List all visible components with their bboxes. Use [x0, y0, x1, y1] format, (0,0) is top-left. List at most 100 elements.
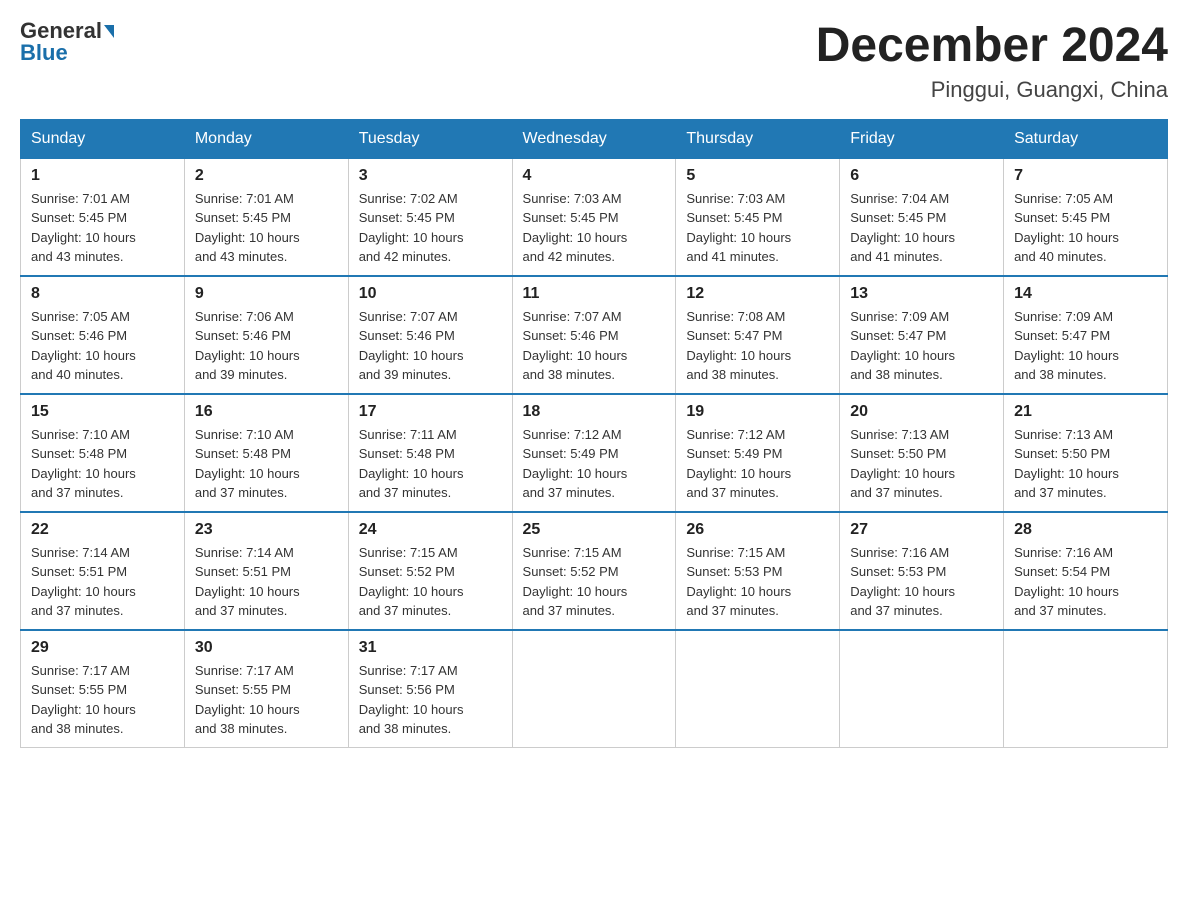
day-info: Sunrise: 7:03 AMSunset: 5:45 PMDaylight:… — [523, 189, 666, 267]
day-number: 19 — [686, 403, 829, 421]
day-number: 8 — [31, 285, 174, 303]
day-info: Sunrise: 7:07 AMSunset: 5:46 PMDaylight:… — [523, 307, 666, 385]
day-number: 14 — [1014, 285, 1157, 303]
weekday-header-row: SundayMondayTuesdayWednesdayThursdayFrid… — [21, 119, 1168, 158]
calendar-table: SundayMondayTuesdayWednesdayThursdayFrid… — [20, 119, 1168, 748]
weekday-header-sunday: Sunday — [21, 119, 185, 158]
day-number: 20 — [850, 403, 993, 421]
day-info: Sunrise: 7:06 AMSunset: 5:46 PMDaylight:… — [195, 307, 338, 385]
title-area: December 2024 Pinggui, Guangxi, China — [816, 20, 1168, 103]
calendar-day-cell: 28Sunrise: 7:16 AMSunset: 5:54 PMDayligh… — [1004, 512, 1168, 630]
day-info: Sunrise: 7:15 AMSunset: 5:52 PMDaylight:… — [359, 543, 502, 621]
calendar-day-cell: 25Sunrise: 7:15 AMSunset: 5:52 PMDayligh… — [512, 512, 676, 630]
day-number: 13 — [850, 285, 993, 303]
day-info: Sunrise: 7:01 AMSunset: 5:45 PMDaylight:… — [195, 189, 338, 267]
day-info: Sunrise: 7:16 AMSunset: 5:53 PMDaylight:… — [850, 543, 993, 621]
day-info: Sunrise: 7:12 AMSunset: 5:49 PMDaylight:… — [523, 425, 666, 503]
day-info: Sunrise: 7:02 AMSunset: 5:45 PMDaylight:… — [359, 189, 502, 267]
calendar-day-cell: 22 Sunrise: 7:14 AMSunset: 5:51 PMDayligh… — [21, 512, 185, 630]
day-info: Sunrise: 7:05 AMSunset: 5:46 PMDaylight:… — [31, 307, 174, 385]
calendar-day-cell: 18 Sunrise: 7:12 AMSunset: 5:49 PMDayligh… — [512, 394, 676, 512]
day-info: Sunrise: 7:15 AMSunset: 5:53 PMDaylight:… — [686, 543, 829, 621]
day-number: 31 — [359, 639, 502, 657]
day-info: Sunrise: 7:14 AMSunset: 5:51 PMDaylight:… — [195, 543, 338, 621]
logo: General Blue — [20, 20, 114, 64]
day-info: Sunrise: 7:17 AMSunset: 5:55 PMDaylight:… — [195, 661, 338, 739]
calendar-day-cell: 30 Sunrise: 7:17 AMSunset: 5:55 PMDayligh… — [184, 630, 348, 748]
weekday-header-tuesday: Tuesday — [348, 119, 512, 158]
calendar-day-cell: 26 Sunrise: 7:15 AMSunset: 5:53 PMDayligh… — [676, 512, 840, 630]
day-number: 4 — [523, 167, 666, 185]
calendar-day-cell: 29Sunrise: 7:17 AMSunset: 5:55 PMDayligh… — [21, 630, 185, 748]
day-number: 22 — [31, 521, 174, 539]
calendar-day-cell: 23 Sunrise: 7:14 AMSunset: 5:51 PMDayligh… — [184, 512, 348, 630]
day-info: Sunrise: 7:13 AMSunset: 5:50 PMDaylight:… — [850, 425, 993, 503]
day-info: Sunrise: 7:15 AMSunset: 5:52 PMDaylight:… — [523, 543, 666, 621]
day-number: 27 — [850, 521, 993, 539]
calendar-day-cell: 20 Sunrise: 7:13 AMSunset: 5:50 PMDayligh… — [840, 394, 1004, 512]
day-number: 11 — [523, 285, 666, 303]
day-number: 26 — [686, 521, 829, 539]
day-info: Sunrise: 7:09 AMSunset: 5:47 PMDaylight:… — [1014, 307, 1157, 385]
weekday-header-wednesday: Wednesday — [512, 119, 676, 158]
day-info: Sunrise: 7:11 AMSunset: 5:48 PMDaylight:… — [359, 425, 502, 503]
calendar-week-row: 8 Sunrise: 7:05 AMSunset: 5:46 PMDaylight… — [21, 276, 1168, 394]
logo-triangle-icon — [104, 25, 114, 38]
day-info: Sunrise: 7:08 AMSunset: 5:47 PMDaylight:… — [686, 307, 829, 385]
day-info: Sunrise: 7:05 AMSunset: 5:45 PMDaylight:… — [1014, 189, 1157, 267]
calendar-day-cell: 4 Sunrise: 7:03 AMSunset: 5:45 PMDaylight… — [512, 158, 676, 276]
calendar-day-cell: 16Sunrise: 7:10 AMSunset: 5:48 PMDayligh… — [184, 394, 348, 512]
weekday-header-saturday: Saturday — [1004, 119, 1168, 158]
weekday-header-friday: Friday — [840, 119, 1004, 158]
day-number: 30 — [195, 639, 338, 657]
day-number: 10 — [359, 285, 502, 303]
logo-general-text: General — [20, 20, 102, 42]
day-info: Sunrise: 7:04 AMSunset: 5:45 PMDaylight:… — [850, 189, 993, 267]
calendar-day-cell: 10Sunrise: 7:07 AMSunset: 5:46 PMDayligh… — [348, 276, 512, 394]
weekday-header-thursday: Thursday — [676, 119, 840, 158]
day-number: 1 — [31, 167, 174, 185]
day-number: 3 — [359, 167, 502, 185]
calendar-day-cell: 21Sunrise: 7:13 AMSunset: 5:50 PMDayligh… — [1004, 394, 1168, 512]
day-number: 23 — [195, 521, 338, 539]
day-info: Sunrise: 7:03 AMSunset: 5:45 PMDaylight:… — [686, 189, 829, 267]
calendar-week-row: 22 Sunrise: 7:14 AMSunset: 5:51 PMDayligh… — [21, 512, 1168, 630]
logo-blue-text: Blue — [20, 42, 68, 64]
calendar-day-cell: 14 Sunrise: 7:09 AMSunset: 5:47 PMDayligh… — [1004, 276, 1168, 394]
day-info: Sunrise: 7:01 AMSunset: 5:45 PMDaylight:… — [31, 189, 174, 267]
calendar-day-cell — [676, 630, 840, 748]
calendar-day-cell: 8 Sunrise: 7:05 AMSunset: 5:46 PMDaylight… — [21, 276, 185, 394]
day-info: Sunrise: 7:10 AMSunset: 5:48 PMDaylight:… — [31, 425, 174, 503]
calendar-day-cell — [512, 630, 676, 748]
calendar-day-cell: 17 Sunrise: 7:11 AMSunset: 5:48 PMDayligh… — [348, 394, 512, 512]
page-header: General Blue December 2024 Pinggui, Guan… — [20, 20, 1168, 103]
day-number: 5 — [686, 167, 829, 185]
day-number: 24 — [359, 521, 502, 539]
calendar-day-cell: 24 Sunrise: 7:15 AMSunset: 5:52 PMDayligh… — [348, 512, 512, 630]
calendar-day-cell — [840, 630, 1004, 748]
day-number: 12 — [686, 285, 829, 303]
day-info: Sunrise: 7:14 AMSunset: 5:51 PMDaylight:… — [31, 543, 174, 621]
calendar-day-cell: 12 Sunrise: 7:08 AMSunset: 5:47 PMDayligh… — [676, 276, 840, 394]
month-title: December 2024 — [816, 20, 1168, 73]
location-title: Pinggui, Guangxi, China — [816, 77, 1168, 103]
day-number: 7 — [1014, 167, 1157, 185]
day-number: 16 — [195, 403, 338, 421]
day-number: 9 — [195, 285, 338, 303]
day-number: 15 — [31, 403, 174, 421]
calendar-day-cell: 19Sunrise: 7:12 AMSunset: 5:49 PMDayligh… — [676, 394, 840, 512]
calendar-day-cell: 7 Sunrise: 7:05 AMSunset: 5:45 PMDaylight… — [1004, 158, 1168, 276]
weekday-header-monday: Monday — [184, 119, 348, 158]
calendar-day-cell: 6Sunrise: 7:04 AMSunset: 5:45 PMDaylight… — [840, 158, 1004, 276]
calendar-day-cell: 9 Sunrise: 7:06 AMSunset: 5:46 PMDaylight… — [184, 276, 348, 394]
day-number: 28 — [1014, 521, 1157, 539]
day-number: 2 — [195, 167, 338, 185]
calendar-day-cell: 5 Sunrise: 7:03 AMSunset: 5:45 PMDaylight… — [676, 158, 840, 276]
day-number: 17 — [359, 403, 502, 421]
calendar-day-cell: 15 Sunrise: 7:10 AMSunset: 5:48 PMDayligh… — [21, 394, 185, 512]
calendar-week-row: 29Sunrise: 7:17 AMSunset: 5:55 PMDayligh… — [21, 630, 1168, 748]
day-info: Sunrise: 7:17 AMSunset: 5:55 PMDaylight:… — [31, 661, 174, 739]
calendar-week-row: 15 Sunrise: 7:10 AMSunset: 5:48 PMDayligh… — [21, 394, 1168, 512]
day-info: Sunrise: 7:17 AMSunset: 5:56 PMDaylight:… — [359, 661, 502, 739]
day-number: 18 — [523, 403, 666, 421]
